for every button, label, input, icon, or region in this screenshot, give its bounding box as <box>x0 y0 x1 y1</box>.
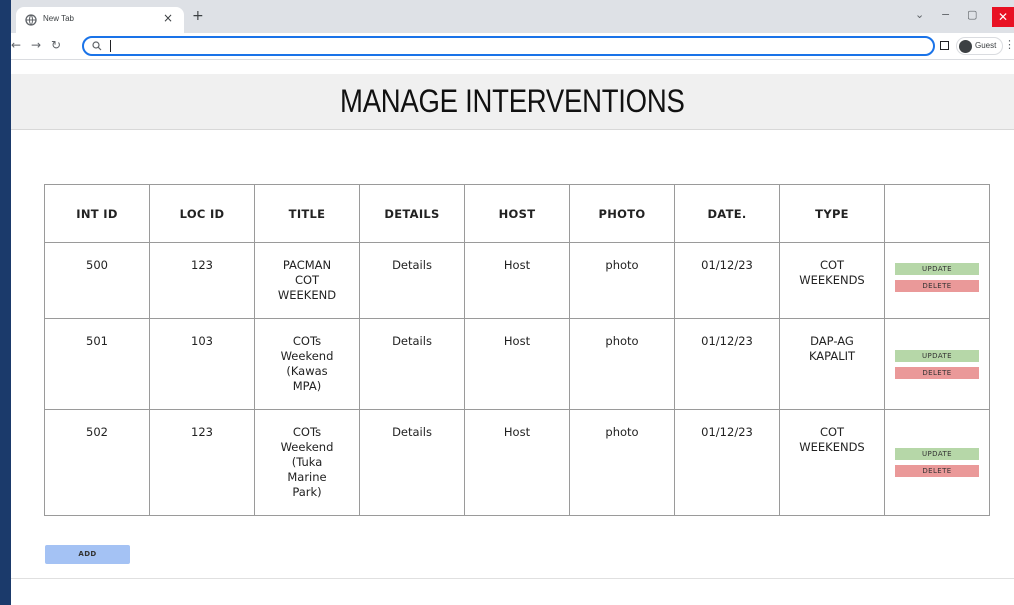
tab-strip: New Tab × + ⌄ − ▢ ✕ <box>11 0 1014 33</box>
cell-date: 01/12/23 <box>674 318 780 410</box>
tab-new-tab[interactable]: New Tab × <box>16 7 184 33</box>
table-row: 502 123 COTs Weekend (Tuka Marine Park) … <box>44 409 990 516</box>
cell-int-id: 501 <box>44 318 150 410</box>
title-text: COTs Weekend (Tuka Marine Park) <box>280 425 334 499</box>
cell-photo: photo <box>569 409 675 516</box>
new-tab-icon[interactable]: + <box>192 8 204 24</box>
cell-type: COT WEEKENDS <box>779 409 885 516</box>
table-row: 501 103 COTs Weekend (Kawas MPA) Details… <box>44 318 990 410</box>
address-bar[interactable] <box>82 36 935 56</box>
cell-photo: photo <box>569 318 675 410</box>
cell-title: COTs Weekend (Tuka Marine Park) <box>254 409 360 516</box>
col-host: HOST <box>464 184 570 243</box>
col-int-id: INT ID <box>44 184 150 243</box>
page-title: MANAGE INTERVENTIONS <box>340 83 685 119</box>
profile-label: Guest <box>975 41 997 50</box>
table-header-row: INT ID LOC ID TITLE DETAILS HOST PHOTO D… <box>44 184 990 243</box>
footer-divider <box>11 578 1014 579</box>
cell-loc-id: 123 <box>149 409 255 516</box>
update-button[interactable]: UPDATE <box>895 349 979 362</box>
tab-search-icon[interactable]: ⌄ <box>915 8 924 21</box>
cell-loc-id: 123 <box>149 242 255 319</box>
delete-button[interactable]: DELETE <box>895 366 979 379</box>
search-icon <box>92 41 102 51</box>
cell-details: Details <box>359 318 465 410</box>
page-header: MANAGE INTERVENTIONS <box>11 74 1014 130</box>
avatar-icon <box>959 40 972 53</box>
text-caret <box>110 40 111 52</box>
side-panel-icon[interactable] <box>940 41 949 50</box>
cell-type: COT WEEKENDS <box>779 242 885 319</box>
type-text: DAP-AG KAPALIT <box>808 334 856 363</box>
back-icon[interactable]: ← <box>11 38 21 52</box>
globe-icon <box>25 14 37 26</box>
title-text: PACMAN COT WEEKEND <box>277 258 337 302</box>
cell-type: DAP-AG KAPALIT <box>779 318 885 410</box>
cell-loc-id: 103 <box>149 318 255 410</box>
cell-date: 01/12/23 <box>674 409 780 516</box>
cell-actions: UPDATE DELETE <box>884 409 990 516</box>
restore-icon[interactable]: ▢ <box>967 8 977 21</box>
cell-host: Host <box>464 242 570 319</box>
col-title: TITLE <box>254 184 360 243</box>
col-type: TYPE <box>779 184 885 243</box>
cell-host: Host <box>464 318 570 410</box>
cell-int-id: 500 <box>44 242 150 319</box>
title-text: COTs Weekend (Kawas MPA) <box>280 334 334 393</box>
delete-button[interactable]: DELETE <box>895 465 979 477</box>
menu-icon[interactable]: ⋮ <box>1004 38 1014 51</box>
cell-photo: photo <box>569 242 675 319</box>
browser-window: New Tab × + ⌄ − ▢ ✕ ← → ↻ Guest ⋮ MANAGE… <box>11 0 1014 605</box>
delete-button[interactable]: DELETE <box>895 280 979 292</box>
col-photo: PHOTO <box>569 184 675 243</box>
col-loc-id: LOC ID <box>149 184 255 243</box>
col-date: DATE. <box>674 184 780 243</box>
cell-host: Host <box>464 409 570 516</box>
col-actions <box>884 184 990 243</box>
cell-details: Details <box>359 409 465 516</box>
close-tab-icon[interactable]: × <box>163 11 173 25</box>
forward-icon[interactable]: → <box>31 38 41 52</box>
cell-date: 01/12/23 <box>674 242 780 319</box>
cell-title: PACMAN COT WEEKEND <box>254 242 360 319</box>
col-details: DETAILS <box>359 184 465 243</box>
cell-actions: UPDATE DELETE <box>884 318 990 410</box>
browser-toolbar: ← → ↻ Guest ⋮ <box>11 33 1014 60</box>
cell-title: COTs Weekend (Kawas MPA) <box>254 318 360 410</box>
type-text: COT WEEKENDS <box>799 425 865 454</box>
cell-int-id: 502 <box>44 409 150 516</box>
window-close-icon[interactable]: ✕ <box>992 7 1014 27</box>
desktop-background <box>0 0 11 605</box>
table-row: 500 123 PACMAN COT WEEKEND Details Host … <box>44 242 990 319</box>
cell-actions: UPDATE DELETE <box>884 242 990 319</box>
interventions-table: INT ID LOC ID TITLE DETAILS HOST PHOTO D… <box>44 184 990 516</box>
type-text: COT WEEKENDS <box>799 258 865 287</box>
update-button[interactable]: UPDATE <box>895 448 979 460</box>
update-button[interactable]: UPDATE <box>895 263 979 275</box>
add-button[interactable]: ADD <box>45 545 130 564</box>
profile-button[interactable]: Guest <box>956 37 1003 55</box>
tab-title: New Tab <box>43 14 74 23</box>
minimize-icon[interactable]: − <box>941 8 950 21</box>
cell-details: Details <box>359 242 465 319</box>
reload-icon[interactable]: ↻ <box>51 38 61 52</box>
